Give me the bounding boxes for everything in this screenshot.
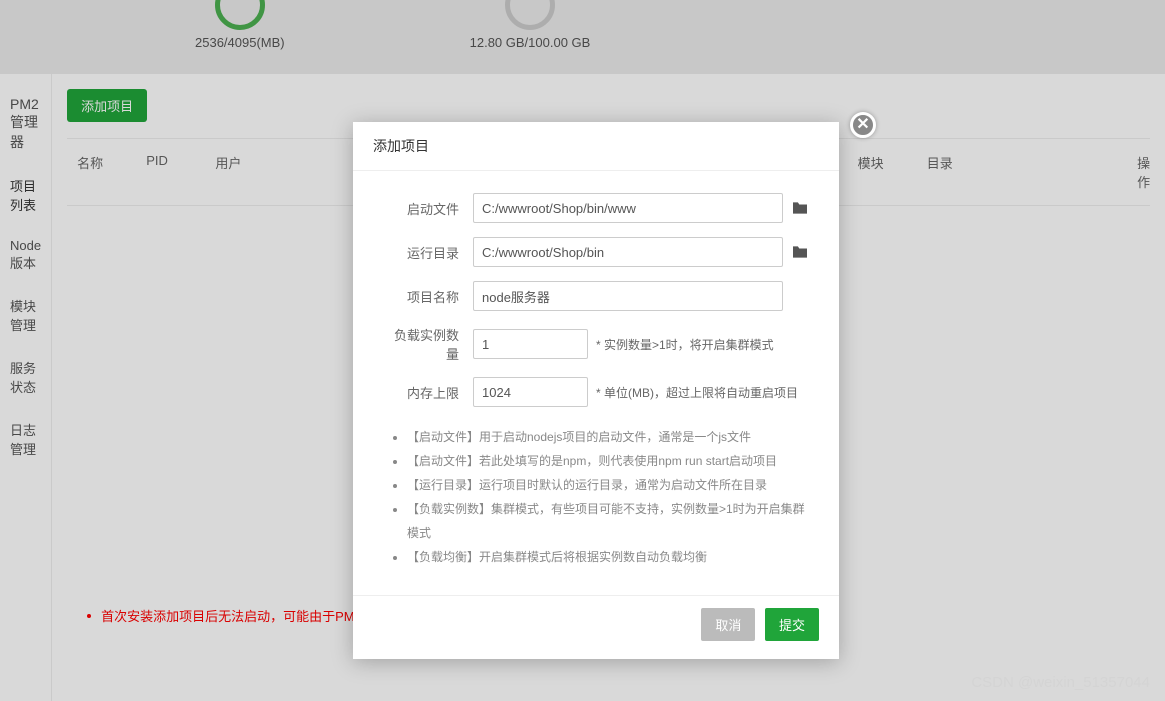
help-list: 【启动文件】用于启动nodejs项目的启动文件，通常是一个js文件 【启动文件】…	[383, 425, 809, 569]
input-memory[interactable]	[473, 377, 588, 407]
row-instances: 负载实例数量 * 实例数量>1时，将开启集群模式	[383, 325, 809, 363]
row-memory: 内存上限 * 单位(MB)，超过上限将自动重启项目	[383, 377, 809, 407]
label-run-dir: 运行目录	[383, 243, 473, 262]
close-icon: ✕	[856, 117, 869, 133]
input-startup-file[interactable]	[473, 193, 783, 223]
help-item: 【负载实例数】集群模式，有些项目可能不支持，实例数量>1时为开启集群模式	[407, 497, 809, 545]
modal-body: 启动文件 运行目录 项目名称 负载实例数量 * 实例数量>1时，将开启集群模式 …	[353, 171, 839, 579]
cancel-button[interactable]: 取消	[701, 608, 755, 641]
label-project-name: 项目名称	[383, 287, 473, 306]
close-button[interactable]: ✕	[850, 112, 876, 138]
modal-title: 添加项目	[353, 122, 839, 170]
input-instances[interactable]	[473, 329, 588, 359]
row-startup-file: 启动文件	[383, 193, 809, 223]
label-instances: 负载实例数量	[383, 325, 473, 363]
submit-button[interactable]: 提交	[765, 608, 819, 641]
input-run-dir[interactable]	[473, 237, 783, 267]
input-project-name[interactable]	[473, 281, 783, 311]
watermark: CSDN @weixin_51357044	[971, 674, 1150, 691]
folder-icon[interactable]	[791, 245, 809, 259]
help-item: 【负载均衡】开启集群模式后将根据实例数自动负载均衡	[407, 545, 809, 569]
label-memory: 内存上限	[383, 383, 473, 402]
row-run-dir: 运行目录	[383, 237, 809, 267]
add-project-modal: 添加项目 启动文件 运行目录 项目名称 负载实例数量 * 实例数量>1时，将开启…	[353, 122, 839, 659]
help-item: 【启动文件】用于启动nodejs项目的启动文件，通常是一个js文件	[407, 425, 809, 449]
help-item: 【启动文件】若此处填写的是npm，则代表使用npm run start启动项目	[407, 449, 809, 473]
folder-icon[interactable]	[791, 201, 809, 215]
row-project-name: 项目名称	[383, 281, 809, 311]
label-startup-file: 启动文件	[383, 199, 473, 218]
hint-instances: * 实例数量>1时，将开启集群模式	[596, 336, 774, 353]
help-item: 【运行目录】运行项目时默认的运行目录，通常为启动文件所在目录	[407, 473, 809, 497]
hint-memory: * 单位(MB)，超过上限将自动重启项目	[596, 384, 798, 401]
modal-footer: 取消 提交	[353, 595, 839, 659]
